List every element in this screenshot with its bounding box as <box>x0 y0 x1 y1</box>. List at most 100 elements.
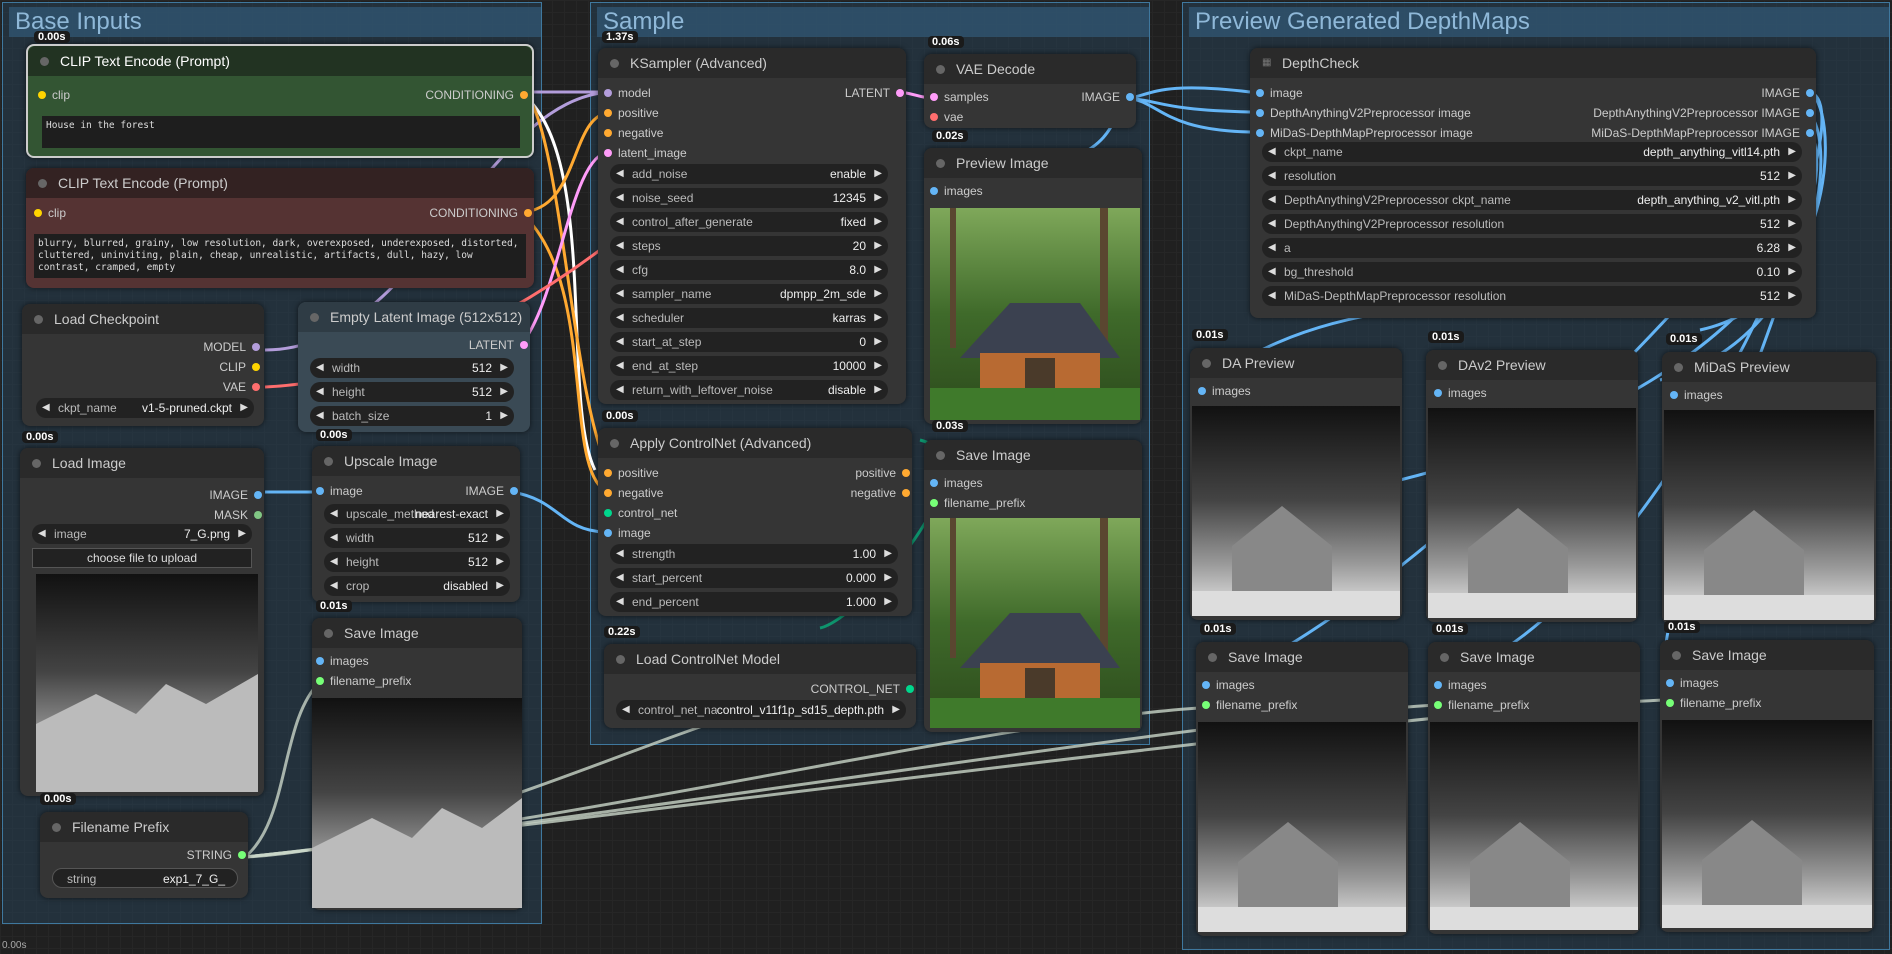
arrow-left-icon[interactable]: ◀ <box>616 544 624 564</box>
image-input[interactable]: image <box>604 526 651 540</box>
midas-image-input[interactable]: MiDaS-DepthMapPreprocessor image <box>1256 126 1473 140</box>
arrow-left-icon[interactable]: ◀ <box>616 260 624 280</box>
latent-output[interactable]: LATENT <box>469 338 528 352</box>
arrow-right-icon[interactable]: ▶ <box>500 358 508 378</box>
arrow-right-icon[interactable]: ▶ <box>884 592 892 612</box>
arrow-right-icon[interactable]: ▶ <box>884 544 892 564</box>
arrow-left-icon[interactable]: ◀ <box>616 236 624 256</box>
widget-row[interactable]: ◀ return_with_leftover_noise disable ▶ <box>610 380 888 400</box>
string-field[interactable]: string exp1_7_G_ <box>52 868 238 888</box>
arrow-right-icon[interactable]: ▶ <box>874 188 882 208</box>
midas-image-output[interactable]: MiDaS-DepthMapPreprocessor IMAGE <box>1591 126 1814 140</box>
clip-input[interactable]: clip <box>34 206 66 220</box>
arrow-right-icon[interactable]: ▶ <box>874 380 882 400</box>
arrow-left-icon[interactable]: ◀ <box>1268 142 1276 162</box>
upload-button[interactable]: choose file to upload <box>32 548 252 568</box>
preview-image-node[interactable]: Preview Image images <box>924 148 1142 424</box>
widget-row[interactable]: ◀ ckpt_name depth_anything_vitl14.pth ▶ <box>1262 142 1802 162</box>
arrow-left-icon[interactable]: ◀ <box>316 358 324 378</box>
images-input[interactable]: images <box>1666 676 1719 690</box>
collapse-dot[interactable] <box>1672 651 1681 660</box>
arrow-left-icon[interactable]: ◀ <box>1268 286 1276 306</box>
arrow-left-icon[interactable]: ◀ <box>330 504 338 524</box>
arrow-right-icon[interactable]: ▶ <box>496 576 504 596</box>
widget-row[interactable]: ◀ DepthAnythingV2Preprocessor resolution 5… <box>1262 214 1802 234</box>
arrow-left-icon[interactable]: ◀ <box>616 568 624 588</box>
arrow-left-icon[interactable]: ◀ <box>316 406 324 426</box>
arrow-left-icon[interactable]: ◀ <box>616 212 624 232</box>
widget-row[interactable]: ◀ bg_threshold 0.10 ▶ <box>1262 262 1802 282</box>
collapse-dot[interactable] <box>616 655 625 664</box>
negative-input[interactable]: negative <box>604 126 663 140</box>
width-widget[interactable]: ◀ width 512 ▶ <box>324 528 510 548</box>
arrow-right-icon[interactable]: ▶ <box>496 528 504 548</box>
prompt-textarea[interactable]: blurry, blurred, grainy, low resolution,… <box>34 234 526 278</box>
width-widget[interactable]: ◀ width 512 ▶ <box>310 358 514 378</box>
arrow-left-icon[interactable]: ◀ <box>330 576 338 596</box>
clip-text-encode-positive-node[interactable]: CLIP Text Encode (Prompt) clip CONDITION… <box>26 44 534 158</box>
arrow-right-icon[interactable]: ▶ <box>1788 262 1796 282</box>
load-image-node[interactable]: Load Image IMAGE MASK ◀ image 7_G.png ▶ cho… <box>20 448 264 796</box>
images-input[interactable]: images <box>930 184 983 198</box>
collapse-dot[interactable] <box>936 65 945 74</box>
dav2-image-input[interactable]: DepthAnythingV2Preprocessor image <box>1256 106 1471 120</box>
images-input[interactable]: images <box>1202 678 1255 692</box>
collapse-dot[interactable] <box>936 451 945 460</box>
widget-row[interactable]: ◀ end_percent 1.000 ▶ <box>610 592 898 612</box>
widget-row[interactable]: ◀ noise_seed 12345 ▶ <box>610 188 888 208</box>
empty-latent-node[interactable]: Empty Latent Image (512x512) LATENT ◀ wid… <box>298 302 530 432</box>
image-combo[interactable]: ◀ image 7_G.png ▶ <box>32 524 252 544</box>
arrow-left-icon[interactable]: ◀ <box>330 528 338 548</box>
image-output[interactable]: IMAGE <box>465 484 518 498</box>
arrow-right-icon[interactable]: ▶ <box>874 356 882 376</box>
widget-row[interactable]: ◀ cfg 8.0 ▶ <box>610 260 888 280</box>
filename-prefix-input[interactable]: filename_prefix <box>1434 698 1529 712</box>
collapse-dot[interactable] <box>610 59 619 68</box>
vae-input[interactable]: vae <box>930 110 963 124</box>
filename-prefix-input[interactable]: filename_prefix <box>1202 698 1297 712</box>
collapse-dot[interactable] <box>310 313 319 322</box>
widget-row[interactable]: ◀ end_at_step 10000 ▶ <box>610 356 888 376</box>
collapse-dot[interactable] <box>324 457 333 466</box>
arrow-left-icon[interactable]: ◀ <box>622 700 630 720</box>
images-input[interactable]: images <box>930 476 983 490</box>
arrow-left-icon[interactable]: ◀ <box>616 164 624 184</box>
images-input[interactable]: images <box>1434 678 1487 692</box>
arrow-right-icon[interactable]: ▶ <box>1788 238 1796 258</box>
midas-preview-node[interactable]: MiDaS Preview images <box>1662 352 1876 624</box>
widget-row[interactable]: ◀ DepthAnythingV2Preprocessor ckpt_name de… <box>1262 190 1802 210</box>
arrow-right-icon[interactable]: ▶ <box>496 504 504 524</box>
save-image-node[interactable]: Save Image images filename_prefix <box>312 618 522 910</box>
crop-combo[interactable]: ◀ crop disabled ▶ <box>324 576 510 596</box>
da-preview-node[interactable]: DA Preview images <box>1190 348 1402 620</box>
control-net-output[interactable]: CONTROL_NET <box>811 682 914 696</box>
arrow-left-icon[interactable]: ◀ <box>42 398 50 418</box>
arrow-right-icon[interactable]: ▶ <box>1788 166 1796 186</box>
upscale-image-node[interactable]: Upscale Image image IMAGE ◀ upscale_metho… <box>312 446 520 602</box>
arrow-right-icon[interactable]: ▶ <box>874 284 882 304</box>
clip-input[interactable]: clip <box>38 88 70 102</box>
arrow-right-icon[interactable]: ▶ <box>874 236 882 256</box>
collapse-dot[interactable] <box>38 179 47 188</box>
arrow-left-icon[interactable]: ◀ <box>1268 238 1276 258</box>
arrow-left-icon[interactable]: ◀ <box>38 524 46 544</box>
positive-input[interactable]: positive <box>604 466 659 480</box>
string-output[interactable]: STRING <box>187 848 246 862</box>
arrow-left-icon[interactable]: ◀ <box>616 592 624 612</box>
arrow-left-icon[interactable]: ◀ <box>616 284 624 304</box>
height-widget[interactable]: ◀ height 512 ▶ <box>324 552 510 572</box>
collapse-dot[interactable] <box>32 459 41 468</box>
save-image-node[interactable]: Save Image images filename_prefix <box>1428 642 1640 934</box>
clip-output[interactable]: CLIP <box>219 360 260 374</box>
conditioning-output[interactable]: CONDITIONING <box>425 88 528 102</box>
latent-image-input[interactable]: latent_image <box>604 146 687 160</box>
widget-row[interactable]: ◀ strength 1.00 ▶ <box>610 544 898 564</box>
save-image-node[interactable]: Save Image images filename_prefix <box>1660 640 1874 932</box>
collapse-dot[interactable] <box>324 629 333 638</box>
vae-output[interactable]: VAE <box>223 380 260 394</box>
images-input[interactable]: images <box>1198 384 1251 398</box>
load-checkpoint-node[interactable]: Load Checkpoint MODEL CLIP VAE ◀ ckpt_nam… <box>22 304 264 426</box>
collapse-dot[interactable] <box>1438 361 1447 370</box>
arrow-right-icon[interactable]: ▶ <box>500 382 508 402</box>
depthcheck-node[interactable]: ▦ DepthCheck image DepthAnythingV2Preproc… <box>1250 48 1816 318</box>
